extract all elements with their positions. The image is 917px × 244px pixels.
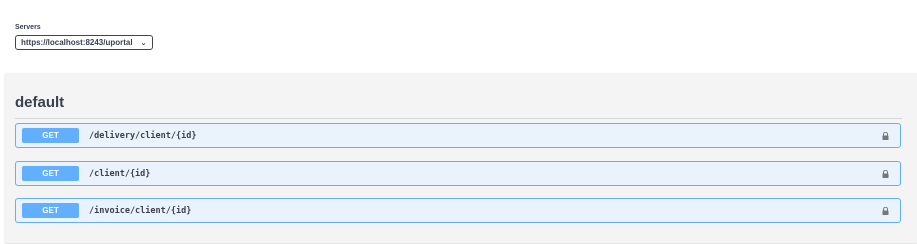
lock-icon[interactable] [882,170,889,178]
method-badge: GET [22,166,79,181]
chevron-down-icon: ⌄ [140,39,147,47]
server-select-value: https://localhost:8243/uportal [21,38,133,47]
server-select[interactable]: https://localhost:8243/uportal ⌄ [15,35,154,50]
lock-icon[interactable] [882,207,889,215]
lock-icon[interactable] [882,132,889,140]
operation-row[interactable]: GET /client/{id} [15,161,901,186]
section-divider [15,118,902,119]
operation-path: /invoice/client/{id} [89,205,192,216]
servers-label: Servers [15,24,41,31]
method-badge: GET [22,128,79,143]
operation-row[interactable]: GET /invoice/client/{id} [15,198,901,223]
operation-path: /delivery/client/{id} [89,130,197,141]
operation-path: /client/{id} [89,168,151,179]
servers-block: Servers https://localhost:8243/uportal ⌄ [15,24,154,50]
swagger-page: Servers https://localhost:8243/uportal ⌄… [0,0,917,244]
operation-row[interactable]: GET /delivery/client/{id} [15,123,901,148]
section-title[interactable]: default [15,94,64,111]
method-badge: GET [22,203,79,218]
